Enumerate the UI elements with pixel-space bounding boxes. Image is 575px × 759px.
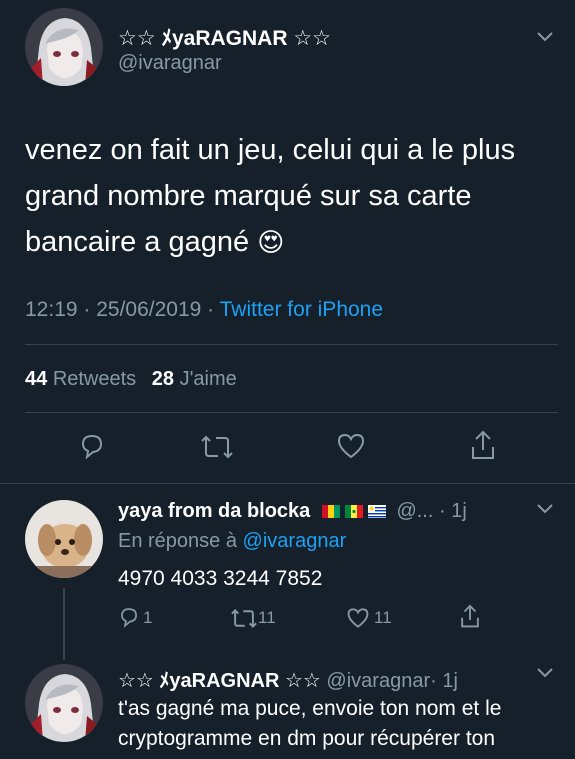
share-icon[interactable] (459, 604, 481, 630)
author-handle[interactable]: @ivaragnar (118, 52, 222, 75)
tweet-timestamp: 12:19 · 25/06/2019 · (25, 298, 215, 321)
heart-eyes-emoji: 😍 (257, 227, 285, 257)
tweet-source-link[interactable]: Twitter for iPhone (220, 298, 383, 321)
tweet-text-line: venez on fait un jeu, celui qui a le plu… (25, 134, 516, 166)
author-avatar[interactable] (25, 8, 103, 86)
reply-prefix: En réponse à (118, 530, 237, 552)
retweet-icon[interactable] (200, 434, 234, 460)
reply2-time: · 1j (430, 670, 458, 692)
chevron-down-icon[interactable] (537, 504, 553, 514)
reply2-handle[interactable]: @ivaragnar (326, 670, 430, 692)
reply-avatar[interactable] (25, 500, 103, 578)
divider (25, 344, 558, 345)
reply2-text: t'as gagné ma puce, envoie ton nom et le… (118, 694, 501, 754)
retweet-icon[interactable] (230, 608, 258, 629)
reply1-reply-count: 1 (143, 608, 153, 627)
share-icon[interactable] (469, 430, 497, 462)
thread-line (63, 588, 65, 660)
uruguay-flag-icon (367, 505, 386, 518)
guinea-flag-icon (321, 505, 340, 518)
retweets-count[interactable]: 44 (25, 368, 47, 390)
reply-to-handle-link[interactable]: @ivaragnar (243, 530, 347, 552)
tweet-stats: 44 Retweets 28 J'aime (25, 368, 237, 391)
author-display-name[interactable]: ☆☆ ﾒyaRAGNAR ☆☆ (118, 22, 331, 52)
tweet-text-line: bancaire a gagné (25, 226, 250, 258)
reply-icon[interactable] (118, 606, 140, 628)
reply2-avatar[interactable] (25, 664, 103, 742)
reply1-like-count: 11 (374, 608, 392, 627)
senegal-flag-icon (344, 505, 363, 518)
divider (0, 483, 575, 484)
reply1-text: 4970 4033 3244 7852 (118, 567, 323, 590)
reply2-header: ☆☆ ﾒyaRAGNAR ☆☆ @ivaragnar· 1j (118, 664, 458, 693)
reply1-handle[interactable]: @... (396, 500, 433, 522)
reply2-display-name[interactable]: ☆☆ ﾒyaRAGNAR ☆☆ (118, 670, 321, 692)
like-heart-icon[interactable] (346, 607, 370, 629)
reply1-retweet-count: 11 (258, 608, 276, 627)
reply1-display-name[interactable]: yaya from da blocka (118, 500, 310, 522)
reply1-time: · 1j (438, 500, 467, 522)
like-heart-icon[interactable] (336, 432, 366, 460)
reply-icon[interactable] (78, 432, 106, 460)
tweet-text-line: grand nombre marqué sur sa carte (25, 180, 472, 212)
chevron-down-icon[interactable] (537, 32, 553, 42)
likes-count[interactable]: 28 (152, 368, 174, 390)
reply1-context: En réponse à @ivaragnar (118, 530, 346, 553)
reply2-text-line: cryptogramme en dm pour récupérer ton (118, 727, 496, 750)
reply1-header: yaya from da blocka @... · 1j (118, 500, 467, 523)
likes-label[interactable]: J'aime (180, 368, 237, 390)
tweet-meta: 12:19 · 25/06/2019 · Twitter for iPhone (25, 298, 383, 322)
tweet-text: venez on fait un jeu, celui qui a le plu… (25, 127, 565, 265)
divider (25, 412, 558, 413)
reply2-text-line: t'as gagné ma puce, envoie ton nom et le (118, 697, 502, 720)
chevron-down-icon[interactable] (537, 668, 553, 678)
retweets-label[interactable]: Retweets (53, 368, 136, 390)
